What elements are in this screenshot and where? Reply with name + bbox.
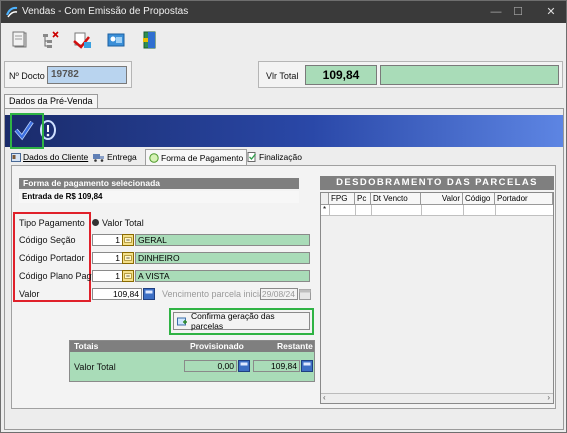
codigo-secao-label: Código Seção	[19, 235, 76, 245]
total-extra-field	[380, 65, 559, 85]
col-fpg[interactable]: FPG	[329, 193, 355, 205]
codigo-portador-label: Código Portador	[19, 253, 85, 263]
tab-finalizacao[interactable]: Finalização	[247, 150, 302, 164]
totals-col-restante: Restante	[277, 341, 313, 351]
totals-title: Totais	[74, 341, 99, 351]
header-banner	[5, 115, 563, 147]
col-valor[interactable]: Valor	[421, 193, 463, 205]
clipboard-icon[interactable]	[9, 29, 31, 51]
doc-panel: Nº Docto 19782	[4, 61, 132, 88]
total-panel: Vlr Total 109,84	[258, 61, 563, 88]
col-portador[interactable]: Portador	[495, 193, 553, 205]
parcelas-grid[interactable]: FPG Pc Dt Vencto Valor Código Portador *…	[320, 192, 554, 404]
totals-header: Totais Provisionado Restante	[70, 341, 314, 352]
calendar-icon	[299, 289, 311, 300]
doc-label: Nº Docto	[9, 71, 45, 81]
generate-icon	[177, 317, 187, 325]
horizontal-scrollbar[interactable]: ‹ ›	[321, 393, 553, 403]
tipo-pagamento-radio[interactable]	[92, 219, 99, 226]
total-label: Vlr Total	[266, 71, 299, 81]
calculator-icon-provisionado[interactable]	[238, 360, 250, 372]
tipo-pagamento-option: Valor Total	[102, 218, 144, 228]
main-content: Dados do Cliente Entrega Forma de Pagame…	[4, 108, 564, 430]
codigo-plano-label: Código Plano Pagto	[19, 271, 100, 281]
document-row: Nº Docto 19782 Vlr Total 109,84	[1, 57, 566, 93]
lookup-portador-icon[interactable]	[122, 252, 134, 264]
totals-panel: Totais Provisionado Restante Valor Total…	[69, 340, 315, 382]
vencimento-label: Vencimento parcela inicial	[162, 289, 267, 299]
codigo-secao-field[interactable]: 1	[92, 234, 123, 246]
main-tabstrip: Dados da Pré-Venda	[1, 93, 566, 109]
provisionado-field: 0,00	[184, 360, 237, 372]
id-card-icon	[11, 152, 21, 162]
calculator-icon-restante[interactable]	[301, 360, 313, 372]
tab-forma-pagamento[interactable]: Forma de Pagamento	[145, 149, 248, 165]
app-logo-icon	[6, 6, 18, 18]
scroll-right-icon[interactable]: ›	[547, 393, 550, 402]
table-row[interactable]: *	[321, 205, 553, 216]
restante-field: 109,84	[253, 360, 300, 372]
minimize-icon[interactable]: —	[488, 4, 504, 20]
window-title: Vendas - Com Emissão de Propostas	[22, 6, 189, 17]
secao-name-field: GERAL	[135, 234, 310, 246]
codigo-portador-field[interactable]: 1	[92, 252, 123, 264]
close-icon[interactable]: ✕	[543, 4, 559, 20]
tab-dados-pre-venda[interactable]: Dados da Pré-Venda	[4, 94, 98, 109]
payment-panel: Forma de pagamento selecionada Entrada d…	[11, 165, 556, 409]
totals-col-provisionado: Provisionado	[190, 341, 244, 351]
lookup-plano-icon[interactable]	[122, 270, 134, 282]
calculator-icon[interactable]	[143, 288, 155, 300]
tab-entrega[interactable]: Entrega	[93, 150, 137, 164]
col-codigo[interactable]: Código	[463, 193, 495, 205]
tipo-pagamento-label: Tipo Pagamento	[19, 218, 85, 228]
totals-row-label: Valor Total	[74, 362, 116, 372]
export-icon[interactable]	[71, 29, 93, 51]
toolbar	[1, 24, 566, 57]
coin-icon	[149, 152, 159, 163]
image-icon[interactable]	[105, 29, 127, 51]
valor-label: Valor	[19, 289, 40, 299]
confirm-parcelas-button[interactable]: Confirma geração das parcelas	[173, 311, 310, 331]
grid-corner	[321, 193, 329, 205]
vencimento-field: 29/08/24	[260, 288, 298, 300]
scroll-left-icon[interactable]: ‹	[323, 393, 326, 402]
col-pc[interactable]: Pc	[355, 193, 371, 205]
tab-dados-cliente[interactable]: Dados do Cliente	[11, 150, 88, 164]
title-bar: Vendas - Com Emissão de Propostas — ☐ ✕	[1, 1, 566, 23]
main-window: Vendas - Com Emissão de Propostas — ☐ ✕	[0, 0, 567, 433]
lookup-secao-icon[interactable]	[122, 234, 134, 246]
parcelas-header: Desdobramento das Parcelas	[320, 176, 554, 190]
total-value-field: 109,84	[305, 65, 377, 85]
highlight-confirm-box	[10, 113, 44, 149]
document-check-icon	[247, 152, 257, 162]
truck-icon	[93, 153, 104, 162]
plano-name-field: A VISTA	[135, 270, 310, 282]
exit-icon[interactable]	[139, 29, 161, 51]
section-title: Forma de pagamento selecionada	[19, 178, 299, 189]
sub-tabstrip: Dados do Cliente Entrega Forma de Pagame…	[11, 149, 551, 165]
valor-field[interactable]: 109,84	[92, 288, 142, 300]
entry-label: Entrada de R$ 109,84	[19, 191, 299, 203]
new-row-marker: *	[323, 205, 327, 214]
portador-name-field: DINHEIRO	[135, 252, 310, 264]
tree-delete-icon[interactable]	[39, 29, 61, 51]
doc-number-field[interactable]: 19782	[47, 66, 127, 84]
maximize-icon[interactable]: ☐	[510, 4, 526, 20]
codigo-plano-field[interactable]: 1	[92, 270, 123, 282]
col-dt-vencto[interactable]: Dt Vencto	[371, 193, 421, 205]
